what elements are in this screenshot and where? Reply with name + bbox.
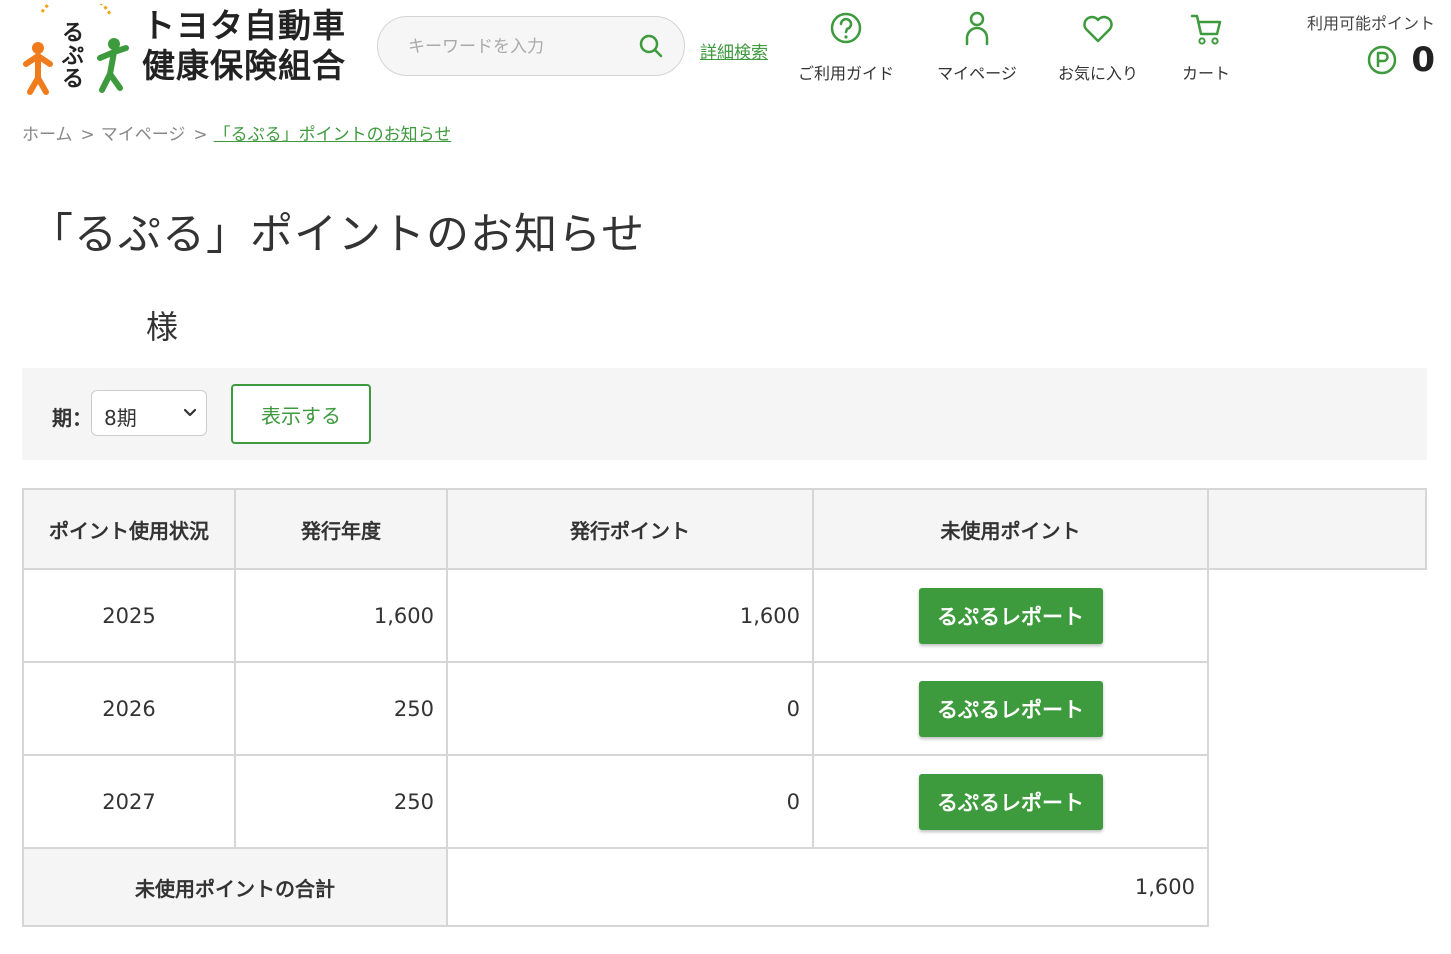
search-input[interactable]: [406, 31, 640, 63]
cart-icon: [1190, 14, 1222, 45]
points-table: ポイント使用状況 発行年度 発行ポイント 未使用ポイント 2025 1,600 …: [22, 488, 1427, 927]
period-filter-panel: 期： 8期 表示する: [22, 368, 1427, 460]
period-select-value: 8期: [104, 406, 137, 430]
table-row: 2025 1,600 1,600 るぷるレポート: [22, 568, 1426, 663]
nav-cart-label: カート: [1181, 64, 1230, 83]
cell-action: るぷるレポート: [812, 754, 1209, 849]
search-icon[interactable]: [638, 33, 664, 59]
col-header-issued: 発行ポイント: [446, 488, 814, 570]
row-header: ポイント使用状況: [22, 488, 236, 570]
cell-issued: 1,600: [234, 568, 448, 663]
advanced-search-link[interactable]: 詳細検索: [700, 38, 768, 63]
p-coin-icon: [1368, 45, 1397, 75]
breadcrumb-home[interactable]: ホーム: [22, 125, 73, 145]
total-value: 1,600: [446, 847, 1209, 927]
period-label: 期：: [52, 406, 92, 430]
breadcrumb: ホーム > マイページ > 「るぷる」ポイントのお知らせ: [22, 120, 451, 145]
report-button[interactable]: るぷるレポート: [918, 587, 1103, 644]
site-header: るぷる トヨタ自動車 健康保険組合 詳細検索 ご利用ガイド マイページ お気に: [0, 0, 1451, 110]
total-row: 未使用ポイントの合計 1,600: [22, 847, 1426, 927]
cell-year: 2027: [22, 754, 236, 849]
nav-mypage-label: マイページ: [937, 64, 1017, 83]
total-label: 未使用ポイントの合計: [22, 847, 448, 927]
user-name: 様: [146, 308, 179, 346]
breadcrumb-separator: >: [193, 125, 208, 145]
help-circle-icon: [830, 12, 862, 44]
cell-issued: 250: [234, 754, 448, 849]
search-box: [377, 16, 685, 76]
logo-text: るぷる: [62, 21, 85, 92]
period-select[interactable]: 8期: [91, 390, 207, 436]
site-logo[interactable]: るぷる: [22, 0, 130, 96]
nav-favorites-label: お気に入り: [1057, 64, 1138, 83]
brand-name[interactable]: トヨタ自動車 健康保険組合: [142, 6, 346, 86]
nav-cart[interactable]: カート: [1151, 8, 1261, 84]
cell-unused: 0: [446, 661, 814, 756]
report-button[interactable]: るぷるレポート: [918, 773, 1103, 830]
nav-guide-label: ご利用ガイド: [797, 64, 894, 83]
table-row: 2026 250 0 るぷるレポート: [22, 661, 1426, 756]
cell-unused: 0: [446, 754, 814, 849]
show-button[interactable]: 表示する: [231, 384, 371, 444]
cell-unused: 1,600: [446, 568, 814, 663]
available-points: 利用可能ポイント 0: [1300, 10, 1435, 80]
table-row: 2027 250 0 るぷるレポート: [22, 754, 1426, 849]
nav-guide[interactable]: ご利用ガイド: [791, 8, 901, 84]
report-button[interactable]: るぷるレポート: [918, 680, 1103, 737]
col-header-unused: 未使用ポイント: [812, 488, 1209, 570]
cell-action: るぷるレポート: [812, 661, 1209, 756]
col-header-year: 発行年度: [234, 488, 448, 570]
nav-mypage[interactable]: マイページ: [922, 8, 1032, 84]
breadcrumb-separator: >: [80, 125, 95, 145]
available-points-value: 0: [1411, 40, 1435, 80]
chevron-down-icon: [183, 408, 197, 417]
col-header-action: [1207, 488, 1427, 570]
nav-favorites[interactable]: お気に入り: [1043, 8, 1153, 84]
breadcrumb-current[interactable]: 「るぷる」ポイントのお知らせ: [214, 125, 452, 145]
heart-icon: [1083, 15, 1113, 43]
person-icon: [965, 11, 989, 46]
cell-year: 2026: [22, 661, 236, 756]
brand-name-line1: トヨタ自動車: [142, 6, 346, 45]
brand-name-line2: 健康保険組合: [142, 46, 346, 85]
available-points-label: 利用可能ポイント: [1306, 14, 1435, 33]
breadcrumb-mypage[interactable]: マイページ: [101, 125, 186, 145]
cell-year: 2025: [22, 568, 236, 663]
cell-issued: 250: [234, 661, 448, 756]
cell-action: るぷるレポート: [812, 568, 1209, 663]
page-title: 「るぷる」ポイントのお知らせ: [30, 210, 646, 260]
